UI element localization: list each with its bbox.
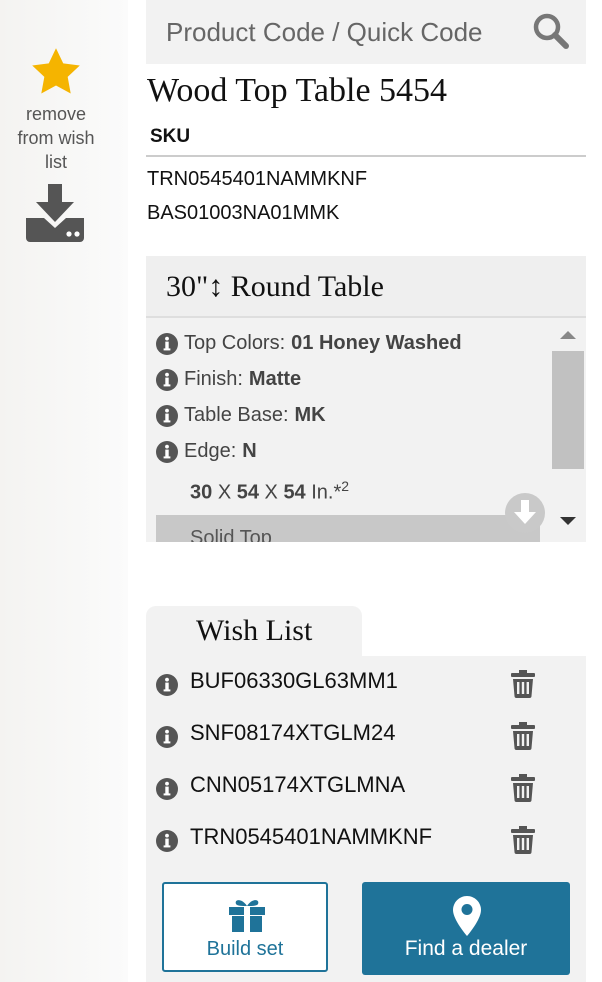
option-row: Finish: Matte	[156, 368, 301, 391]
remove-from-wishlist-label: remove from wish list	[17, 104, 95, 172]
sku-value: BAS01003NA01MMK	[147, 202, 340, 224]
option-label: Table Base:	[184, 404, 289, 426]
option-row: Table Base: MK	[156, 404, 326, 427]
divider	[146, 155, 586, 157]
info-icon[interactable]	[156, 778, 178, 800]
info-icon[interactable]	[156, 404, 178, 427]
option-value: N	[242, 440, 257, 462]
option-label: Top Colors:	[184, 332, 286, 354]
dim-width: 30	[190, 481, 213, 504]
info-icon[interactable]	[156, 830, 178, 852]
build-set-button[interactable]: Build set	[162, 882, 328, 972]
map-pin-icon	[453, 896, 481, 936]
info-icon[interactable]	[156, 726, 178, 748]
search-bar	[146, 0, 586, 64]
wish-item-code: BUF06330GL63MM1	[190, 668, 398, 693]
search-icon[interactable]	[532, 12, 570, 50]
scrollbar-thumb[interactable]	[552, 351, 584, 469]
list-item: SNF08174XTGLM24	[156, 716, 556, 756]
download-icon	[26, 184, 84, 242]
wish-list-tab-label: Wish List	[196, 614, 313, 647]
wish-item-code: CNN05174XTGLMNA	[190, 772, 406, 797]
scroll-down-icon[interactable]	[504, 492, 546, 534]
list-item: CNN05174XTGLMNA	[156, 768, 556, 808]
sku-value: TRN0545401NAMMKNF	[147, 168, 368, 190]
wish-list-panel: BUF06330GL63MM1 SNF08174XTGLM24 CNN05174…	[146, 656, 586, 982]
option-value: Matte	[248, 368, 302, 390]
option-label: Edge:	[184, 440, 237, 462]
option-label: Finish:	[184, 368, 243, 390]
trash-icon[interactable]	[511, 774, 535, 802]
find-dealer-button[interactable]: Find a dealer	[362, 882, 570, 975]
dim-note: 2	[341, 478, 350, 494]
sku-label: SKU	[150, 126, 191, 147]
option-row: Edge: N	[156, 440, 257, 463]
info-icon[interactable]	[156, 368, 178, 391]
solid-top-label: Solid Top	[190, 527, 272, 542]
dim-depth: 54	[236, 481, 259, 504]
product-title: Wood Top Table 5454	[147, 72, 448, 109]
scroll-up-arrow[interactable]	[558, 328, 578, 342]
list-item: TRN0545401NAMMKNF	[156, 820, 556, 860]
dimensions: 30 X 54 X 54 In.*2	[190, 478, 349, 505]
gift-icon	[229, 900, 265, 932]
info-icon[interactable]	[156, 440, 178, 463]
build-set-label: Build set	[206, 938, 284, 960]
option-value: 01 Honey Washed	[291, 332, 462, 354]
solid-top-option[interactable]: Solid Top	[156, 515, 540, 542]
option-value: MK	[294, 404, 326, 426]
trash-icon[interactable]	[511, 670, 535, 698]
search-input[interactable]	[146, 0, 516, 64]
dim-height: 54	[283, 481, 306, 504]
remove-from-wishlist-button[interactable]: remove from wish list	[0, 44, 112, 174]
star-icon	[32, 48, 80, 94]
info-icon[interactable]	[156, 332, 178, 355]
info-icon[interactable]	[156, 674, 178, 696]
dim-sep: X	[264, 481, 278, 504]
dim-unit: In.*	[311, 481, 342, 504]
wish-item-code: SNF08174XTGLM24	[190, 720, 396, 745]
list-item: BUF06330GL63MM1	[156, 664, 556, 704]
configuration-title: 30"↕ Round Table	[166, 270, 384, 303]
wish-item-code: TRN0545401NAMMKNF	[190, 824, 433, 849]
find-dealer-label: Find a dealer	[404, 937, 528, 960]
scroll-down-arrow[interactable]	[558, 514, 578, 528]
download-button[interactable]	[24, 184, 86, 247]
dim-sep: X	[217, 481, 232, 504]
tab-wish-list[interactable]: Wish List	[146, 606, 362, 658]
configuration-panel: 30"↕ Round Table Top Colors: 01 Honey Was…	[146, 256, 586, 542]
option-row: Top Colors: 01 Honey Washed	[156, 332, 462, 355]
configuration-header[interactable]: 30"↕ Round Table	[146, 256, 586, 318]
trash-icon[interactable]	[511, 826, 535, 854]
trash-icon[interactable]	[511, 722, 535, 750]
